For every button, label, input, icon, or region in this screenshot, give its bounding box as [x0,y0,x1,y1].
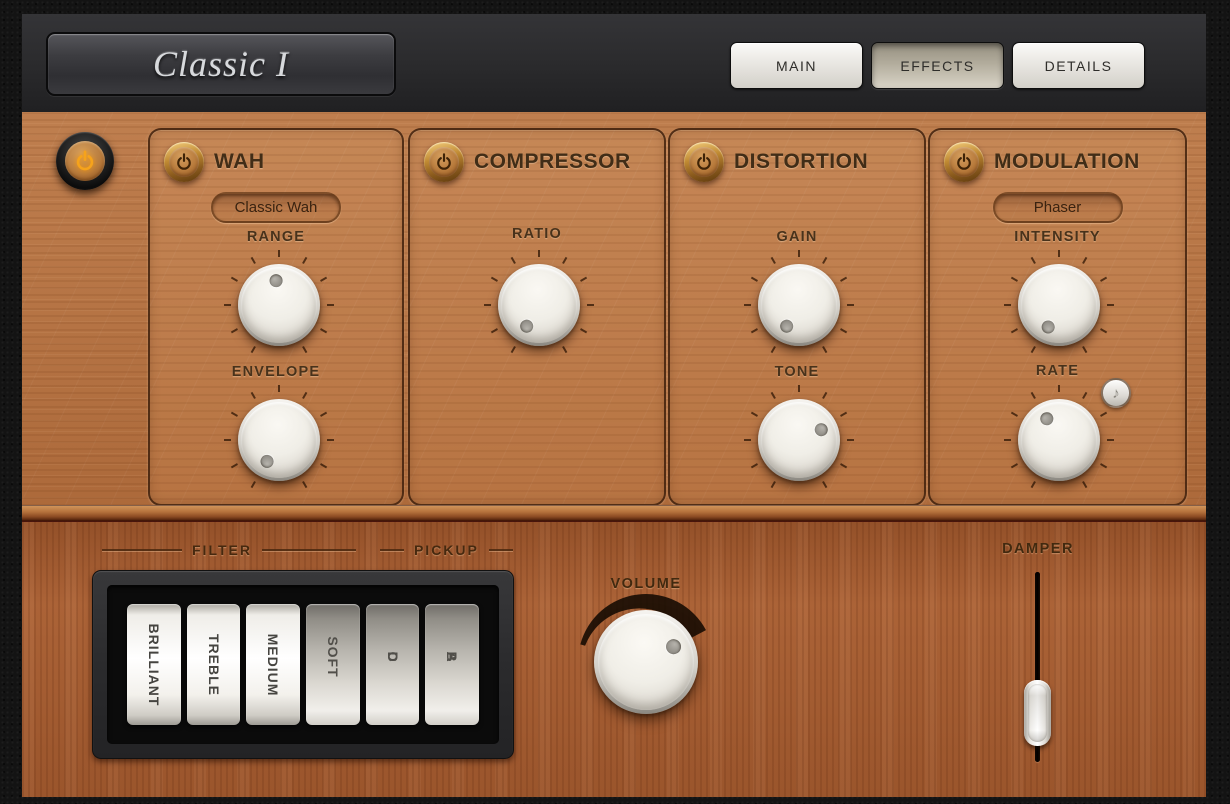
modulation-intensity-knob[interactable] [1004,250,1114,360]
filter-switch-treble[interactable]: TREBLE [187,604,241,725]
knob-indicator-dot [580,596,711,727]
distortion-section-title: DISTORTION [734,142,868,182]
wah-range-label: RANGE [150,229,402,245]
distortion-tone-knob[interactable] [744,385,854,495]
compressor-section: COMPRESSOR RATIO [408,128,666,506]
compressor-section-title: COMPRESSOR [474,142,631,182]
filter-pickup-header: FILTER PICKUP [102,540,532,560]
distortion-gain-label: GAIN [670,229,924,245]
rocker-switch-panel: BRILLIANT TREBLE MEDIUM SOFT D [92,570,514,759]
distortion-tone-label: TONE [670,364,924,380]
wood-panel: WAH Classic Wah RANGE ENVELOPE [22,112,1206,797]
power-icon [169,147,199,177]
instrument-nameplate: Classic I [46,32,396,96]
volume-knob[interactable] [594,610,698,714]
distortion-section: DISTORTION GAIN TONE [668,128,926,506]
filter-switch-medium[interactable]: MEDIUM [246,604,300,725]
pickup-group-label: PICKUP [414,542,479,558]
modulation-rate-label: RATE [930,363,1185,379]
compressor-power-button[interactable] [424,142,464,182]
damper-slider-handle[interactable] [1024,680,1051,746]
volume-label: VOLUME [576,576,716,592]
modulation-power-button[interactable] [944,142,984,182]
header-bar: Classic I MAIN EFFECTS DETAILS [22,14,1206,113]
instrument-title: Classic I [153,43,289,85]
filter-switch-soft[interactable]: SOFT [306,604,360,725]
classic-keys-effects-window: Classic I MAIN EFFECTS DETAILS [0,0,1230,804]
master-effects-power-button[interactable] [56,132,114,190]
power-icon [689,147,719,177]
wood-divider-ledge [22,505,1206,521]
modulation-rate-knob[interactable] [1004,385,1114,495]
power-icon [65,141,105,181]
effects-area: WAH Classic Wah RANGE ENVELOPE [22,112,1206,505]
modulation-intensity-label: INTENSITY [930,229,1185,245]
filter-switch-brilliant[interactable]: BRILLIANT [127,604,181,725]
tab-effects[interactable]: EFFECTS [871,42,1004,89]
modulation-section-title: MODULATION [994,142,1140,182]
wah-range-knob[interactable] [224,250,334,360]
wah-section: WAH Classic Wah RANGE ENVELOPE [148,128,404,506]
power-icon [429,147,459,177]
wah-envelope-label: ENVELOPE [150,364,402,380]
power-icon [949,147,979,177]
compressor-ratio-label: RATIO [410,226,664,242]
filter-group-label: FILTER [192,542,252,558]
view-tabs: MAIN EFFECTS DETAILS [730,42,1145,89]
modulation-preset-selector[interactable]: Phaser [993,192,1123,223]
distortion-gain-knob[interactable] [744,250,854,360]
damper-label: DAMPER [968,541,1108,557]
pickup-switch-dc[interactable]: D C [366,604,420,725]
pickup-switch-ba[interactable]: B A [425,604,479,725]
wah-preset-selector[interactable]: Classic Wah [211,192,341,223]
compressor-ratio-knob[interactable] [484,250,594,360]
modulation-section: MODULATION Phaser INTENSITY RATE ♪ [928,128,1187,506]
wah-power-button[interactable] [164,142,204,182]
tab-main[interactable]: MAIN [730,42,863,89]
wah-section-title: WAH [214,142,265,182]
lower-controls-area: FILTER PICKUP BRILLIANT TREBLE [22,522,1206,797]
tab-details[interactable]: DETAILS [1012,42,1145,89]
distortion-power-button[interactable] [684,142,724,182]
wah-envelope-knob[interactable] [224,385,334,495]
